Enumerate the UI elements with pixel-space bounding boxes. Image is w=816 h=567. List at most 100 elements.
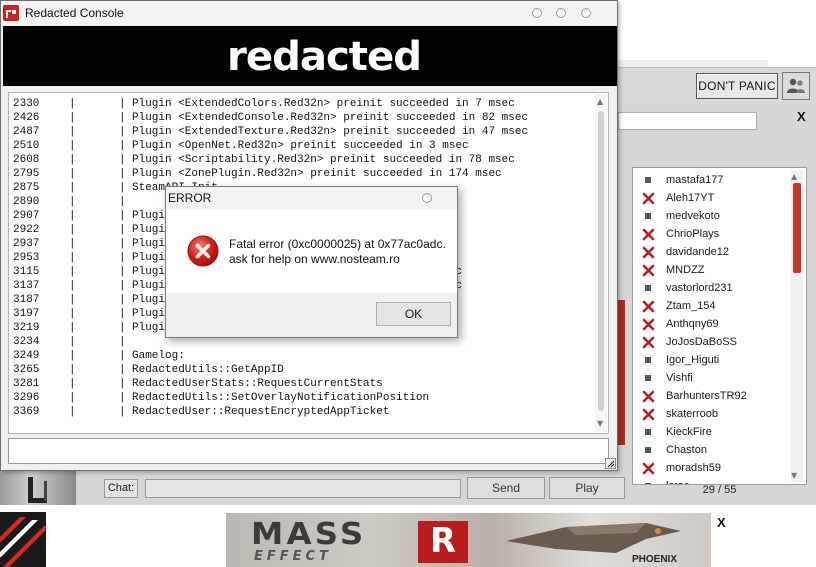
player-name: vastorlord231 <box>666 282 733 294</box>
users-button[interactable] <box>782 72 810 100</box>
cross-icon <box>641 245 655 259</box>
launcher-top-area <box>618 0 816 67</box>
minimize-icon[interactable] <box>532 8 542 18</box>
play-button[interactable]: Play <box>549 477 625 499</box>
log-line-number: 2510 <box>13 140 40 152</box>
log-line-number: 2487 <box>13 126 40 138</box>
scroll-up-icon[interactable]: ▲ <box>597 97 603 106</box>
cross-icon <box>641 263 655 277</box>
console-titlebar[interactable]: Redacted Console <box>1 1 617 25</box>
log-separator: | <box>69 252 76 264</box>
status-dot-icon <box>641 281 655 295</box>
scroll-up-icon[interactable]: ▲ <box>791 172 797 181</box>
log-separator: | <box>69 140 76 152</box>
player-list-scroll-thumb[interactable] <box>793 183 801 273</box>
player-name: Anthqny69 <box>666 318 719 330</box>
log-separator: | <box>69 154 76 166</box>
player-list-item[interactable]: MNDZZ <box>641 261 705 279</box>
ad-banner[interactable]: MASS EFFECT R PHOENIX <box>226 513 711 567</box>
log-line-number: 2608 <box>13 154 40 166</box>
maximize-icon[interactable] <box>556 8 566 18</box>
log-line-number: 3137 <box>13 280 40 292</box>
log-separator: | <box>69 336 76 348</box>
player-list-item[interactable]: moradsh59 <box>641 459 721 477</box>
log-separator: | <box>119 392 126 404</box>
status-dot-icon <box>641 173 655 187</box>
player-list-item[interactable]: KieckFire <box>641 423 712 441</box>
player-list-item[interactable]: Vishfi <box>641 369 693 387</box>
scroll-down-icon[interactable]: ▼ <box>597 419 603 428</box>
error-dialog-titlebar[interactable]: ERROR <box>166 187 457 209</box>
launcher-top-strip <box>618 60 768 67</box>
log-line-number: 3197 <box>13 308 40 320</box>
svg-text:redacted: redacted <box>227 34 421 80</box>
ad-subtitle: EFFECT <box>254 549 332 564</box>
chat-input[interactable] <box>145 479 461 498</box>
player-list-item[interactable]: Anthqny69 <box>641 315 719 333</box>
log-separator: | <box>119 378 126 390</box>
log-separator: | <box>119 210 126 222</box>
log-line-number: 2795 <box>13 168 40 180</box>
log-separator: | <box>69 322 76 334</box>
error-message-line1: Fatal error (0xc0000025) at 0x77ac0adc. <box>229 237 446 251</box>
log-separator: | <box>119 182 126 194</box>
player-list-item[interactable]: davidande12 <box>641 243 729 261</box>
game-logo-icon <box>28 477 47 503</box>
log-separator: | <box>119 252 126 264</box>
console-input[interactable] <box>8 438 609 464</box>
error-dialog-title: ERROR <box>168 191 212 205</box>
log-separator: | <box>119 154 126 166</box>
log-line-number: 2922 <box>13 224 40 236</box>
player-list-item[interactable]: mastafa177 <box>641 171 723 189</box>
player-list-item[interactable]: Chaston <box>641 441 707 459</box>
log-separator: | <box>119 140 126 152</box>
player-list-item[interactable]: Ztam_154 <box>641 297 716 315</box>
log-line-text: Plugin <ExtendedTexture.Red32n> preinit … <box>132 126 529 138</box>
launcher-search-input[interactable] <box>618 112 757 130</box>
ok-button[interactable]: OK <box>376 302 451 326</box>
player-list-item[interactable]: Igor_Higuti <box>641 351 719 369</box>
log-line-number: 2937 <box>13 238 40 250</box>
launcher-scrollbar[interactable] <box>618 300 625 445</box>
redacted-logo: redacted <box>227 34 422 80</box>
cross-icon <box>641 227 655 241</box>
ad-close-button[interactable]: X <box>717 515 726 530</box>
log-separator: | <box>69 126 76 138</box>
log-separator: | <box>69 112 76 124</box>
log-line-number: 2330 <box>13 98 40 110</box>
status-dot-icon <box>641 371 655 385</box>
log-separator: | <box>69 182 76 194</box>
console-log-scroll-thumb[interactable] <box>598 111 604 411</box>
game-thumbnail[interactable] <box>0 470 76 506</box>
player-name: MNDZZ <box>666 264 705 276</box>
player-count: 29 / 55 <box>702 484 737 496</box>
error-icon <box>187 235 219 267</box>
player-list-item[interactable]: Aleh17YT <box>641 189 714 207</box>
player-list-item[interactable]: JoJosDaBoSS <box>641 333 737 351</box>
log-line-number: 3115 <box>13 266 40 278</box>
console-banner: redacted <box>3 26 617 86</box>
log-line-text: Plugin <ExtendedColors.Red32n> preinit s… <box>132 98 515 110</box>
player-list-item[interactable]: skaterroob <box>641 405 718 423</box>
log-line-text: Gamelog: <box>132 350 185 362</box>
log-line-text: RedactedUserStats::RequestCurrentStats <box>132 378 383 390</box>
users-icon <box>787 78 805 93</box>
cross-icon <box>641 299 655 313</box>
scroll-down-icon[interactable]: ▼ <box>791 471 797 480</box>
resize-grip-icon[interactable] <box>605 458 616 469</box>
player-name: Igor_Higuti <box>666 354 720 366</box>
player-list-item[interactable]: medvekoto <box>641 207 720 225</box>
player-name: Chaston <box>666 444 707 456</box>
dont-panic-button[interactable]: DON'T PANIC <box>696 73 778 99</box>
launcher-close-button[interactable]: X <box>797 109 806 124</box>
close-icon[interactable] <box>581 8 591 18</box>
player-list-item[interactable]: BarhuntersTR92 <box>641 387 747 405</box>
send-button[interactable]: Send <box>467 477 545 499</box>
close-icon[interactable] <box>422 193 432 203</box>
player-list-item[interactable]: vastorlord231 <box>641 279 733 297</box>
log-separator: | <box>69 392 76 404</box>
player-name: moradsh59 <box>666 462 722 474</box>
player-list-item[interactable]: ChrioPlays <box>641 225 719 243</box>
log-line-number: 3265 <box>13 364 40 376</box>
log-line-text: Plugin <ZonePlugin.Red32n> preinit succe… <box>132 168 502 180</box>
